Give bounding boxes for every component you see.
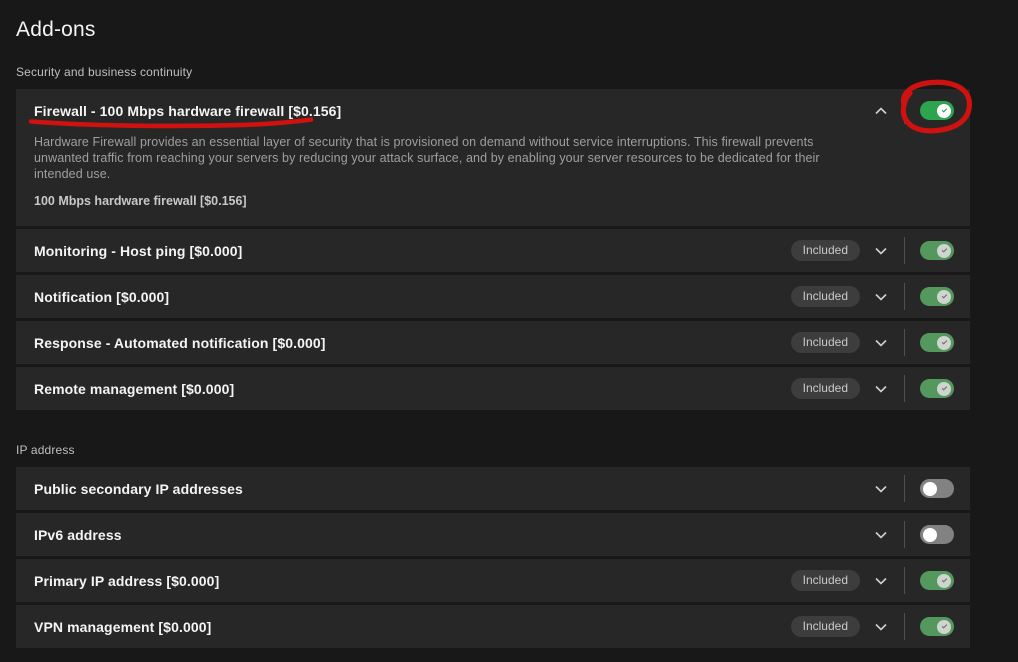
- addon-row-header[interactable]: Remote management [$0.000] Included: [16, 367, 970, 410]
- chevron-down-icon[interactable]: [873, 619, 889, 635]
- control-divider: [904, 475, 905, 502]
- toggle-switch-on[interactable]: [920, 101, 954, 120]
- toggle-switch-included[interactable]: [920, 287, 954, 306]
- addon-row: VPN management [$0.000] Included: [16, 605, 970, 648]
- addon-row: Public secondary IP addresses: [16, 467, 970, 510]
- addon-row-header[interactable]: Public secondary IP addresses: [16, 467, 970, 510]
- control-divider: [904, 283, 905, 310]
- addon-row-header[interactable]: IPv6 address: [16, 513, 970, 556]
- control-divider: [904, 613, 905, 640]
- ip-addons-list: Public secondary IP addresses IPv6 addre…: [16, 467, 970, 651]
- chevron-up-icon[interactable]: [873, 103, 889, 119]
- addon-row-controls: Included: [791, 613, 954, 640]
- addon-selected-option: 100 Mbps hardware firewall [$0.156]: [34, 194, 855, 208]
- addon-title: Response - Automated notification [$0.00…: [34, 335, 326, 351]
- toggle-handle: [937, 382, 951, 396]
- chevron-down-icon[interactable]: [873, 335, 889, 351]
- addon-row-header[interactable]: Firewall - 100 Mbps hardware firewall [$…: [16, 89, 970, 132]
- addon-row: Response - Automated notification [$0.00…: [16, 321, 970, 364]
- addon-row: IPv6 address: [16, 513, 970, 556]
- included-badge: Included: [791, 570, 860, 591]
- page-title: Add-ons: [16, 18, 970, 42]
- section-label-security: Security and business continuity: [16, 65, 970, 79]
- addon-row-controls: Included: [791, 237, 954, 264]
- toggle-handle: [937, 244, 951, 258]
- chevron-down-icon[interactable]: [873, 289, 889, 305]
- chevron-down-icon[interactable]: [873, 381, 889, 397]
- toggle-switch-included[interactable]: [920, 241, 954, 260]
- included-badge: Included: [791, 378, 860, 399]
- included-badge: Included: [791, 240, 860, 261]
- toggle-switch-off[interactable]: [920, 525, 954, 544]
- addon-description: Hardware Firewall provides an essential …: [34, 134, 855, 182]
- addon-row-controls: Included: [791, 283, 954, 310]
- control-divider: [904, 237, 905, 264]
- addon-row: Firewall - 100 Mbps hardware firewall [$…: [16, 89, 970, 226]
- toggle-handle: [937, 336, 951, 350]
- addon-row-header[interactable]: Primary IP address [$0.000] Included: [16, 559, 970, 602]
- chevron-down-icon[interactable]: [873, 481, 889, 497]
- included-badge: Included: [791, 616, 860, 637]
- addon-row-controls: [873, 97, 954, 124]
- addon-row-header[interactable]: Monitoring - Host ping [$0.000] Included: [16, 229, 970, 272]
- addon-title: Public secondary IP addresses: [34, 481, 243, 497]
- toggle-switch-included[interactable]: [920, 333, 954, 352]
- addon-row-controls: Included: [791, 329, 954, 356]
- chevron-down-icon[interactable]: [873, 527, 889, 543]
- toggle-handle: [923, 528, 937, 542]
- control-divider: [904, 567, 905, 594]
- addon-row-body: Hardware Firewall provides an essential …: [16, 132, 970, 226]
- addon-row: Monitoring - Host ping [$0.000] Included: [16, 229, 970, 272]
- addon-row-controls: Included: [791, 567, 954, 594]
- addon-title: Monitoring - Host ping [$0.000]: [34, 243, 242, 259]
- addon-title: Notification [$0.000]: [34, 289, 169, 305]
- toggle-handle: [937, 620, 951, 634]
- toggle-switch-included[interactable]: [920, 617, 954, 636]
- toggle-handle: [923, 482, 937, 496]
- section-label-ip: IP address: [16, 443, 970, 457]
- toggle-handle: [937, 574, 951, 588]
- addon-row: Notification [$0.000] Included: [16, 275, 970, 318]
- included-badge: Included: [791, 332, 860, 353]
- control-divider: [904, 329, 905, 356]
- addon-row-controls: [873, 475, 954, 502]
- addon-row: Remote management [$0.000] Included: [16, 367, 970, 410]
- addon-row-controls: [873, 521, 954, 548]
- addon-title: Firewall - 100 Mbps hardware firewall [$…: [34, 103, 341, 119]
- toggle-switch-included[interactable]: [920, 379, 954, 398]
- control-divider: [904, 375, 905, 402]
- addon-row: Primary IP address [$0.000] Included: [16, 559, 970, 602]
- toggle-switch-off[interactable]: [920, 479, 954, 498]
- chevron-down-icon[interactable]: [873, 573, 889, 589]
- addons-panel: Add-ons Security and business continuity…: [0, 0, 1018, 662]
- control-divider: [904, 97, 905, 124]
- included-badge: Included: [791, 286, 860, 307]
- toggle-handle: [937, 290, 951, 304]
- addon-row-controls: Included: [791, 375, 954, 402]
- security-addons-list: Firewall - 100 Mbps hardware firewall [$…: [16, 89, 970, 413]
- control-divider: [904, 521, 905, 548]
- addon-row-header[interactable]: Notification [$0.000] Included: [16, 275, 970, 318]
- toggle-switch-included[interactable]: [920, 571, 954, 590]
- chevron-down-icon[interactable]: [873, 243, 889, 259]
- addon-title: VPN management [$0.000]: [34, 619, 211, 635]
- addon-title: Primary IP address [$0.000]: [34, 573, 219, 589]
- addon-title: Remote management [$0.000]: [34, 381, 234, 397]
- addon-row-header[interactable]: VPN management [$0.000] Included: [16, 605, 970, 648]
- addon-title: IPv6 address: [34, 527, 122, 543]
- toggle-handle: [937, 104, 951, 118]
- addon-row-header[interactable]: Response - Automated notification [$0.00…: [16, 321, 970, 364]
